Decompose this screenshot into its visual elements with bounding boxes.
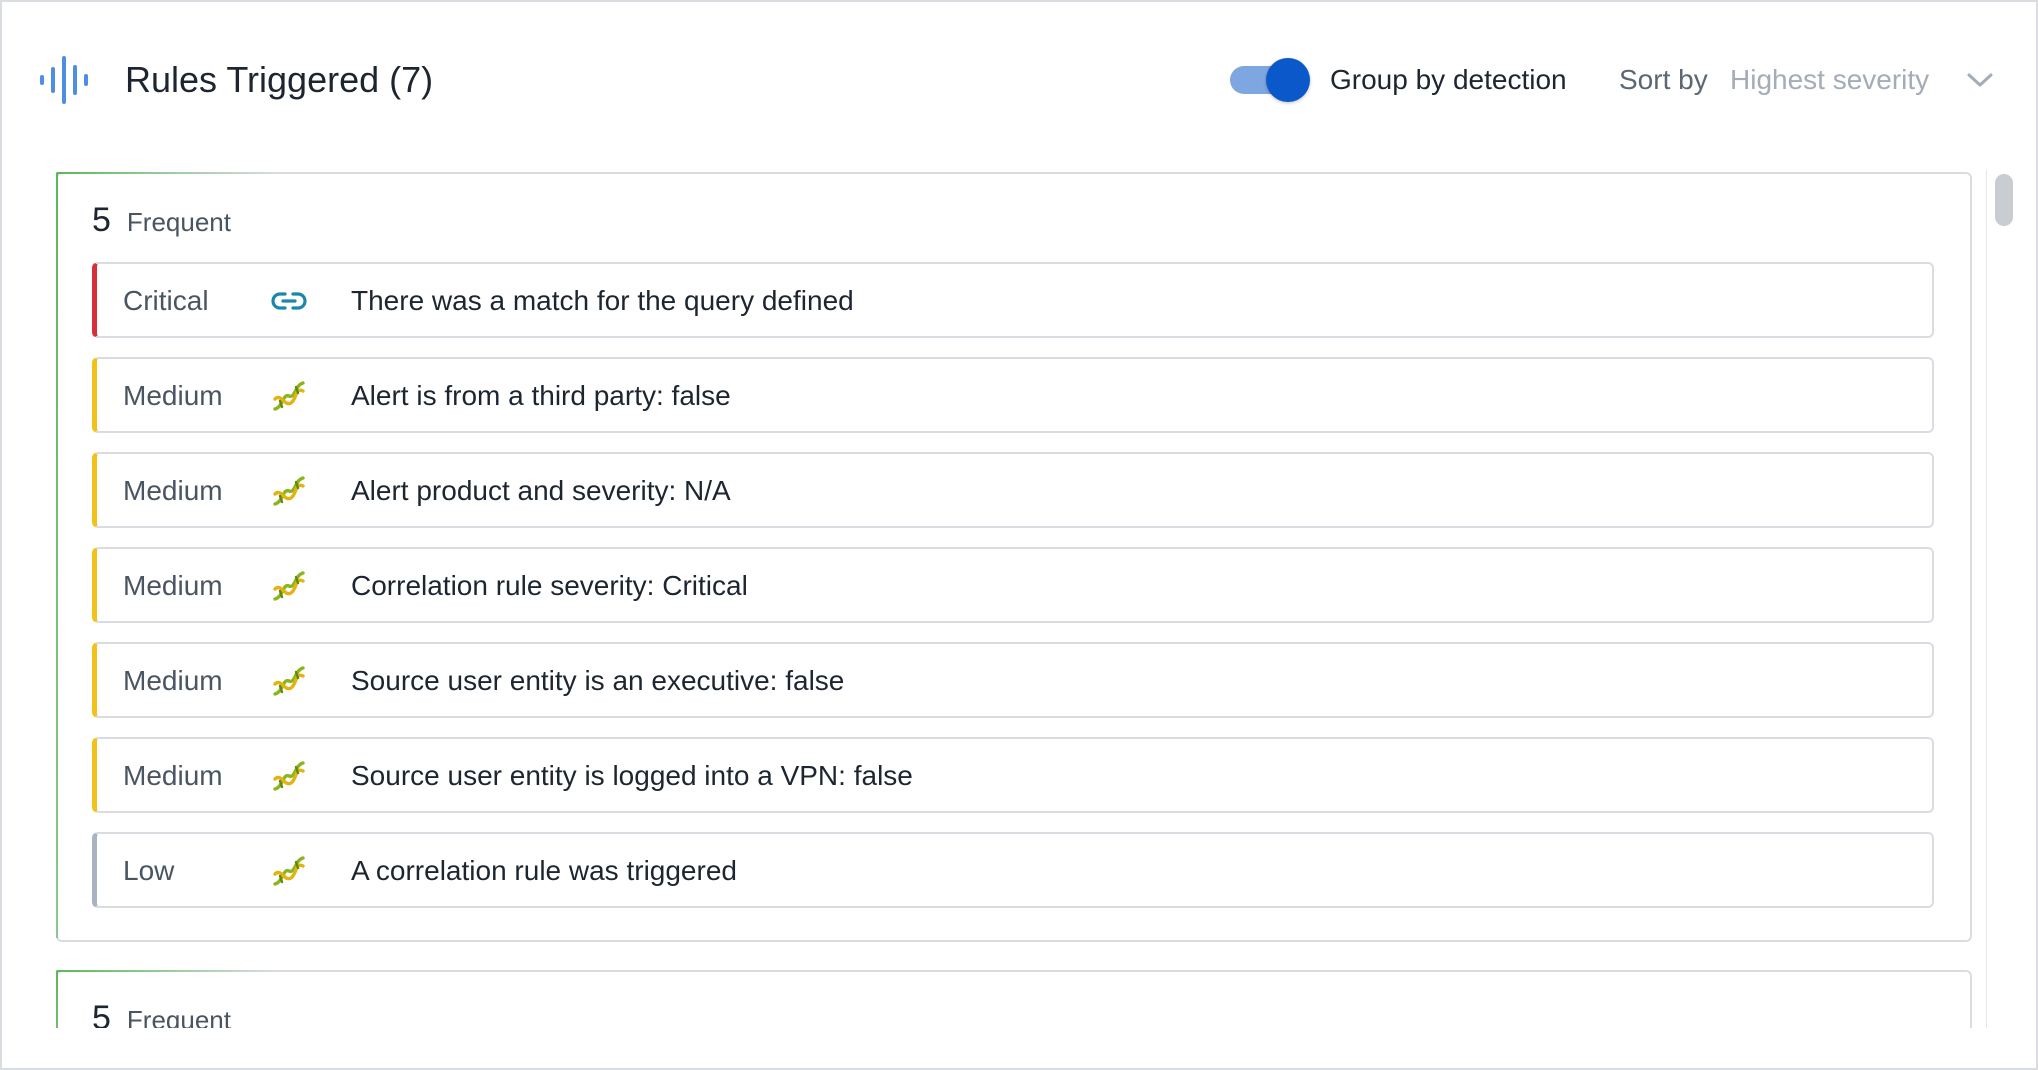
- panel-header: Rules Triggered (7) Group by detection S…: [2, 2, 2036, 158]
- dna-icon: [273, 381, 305, 411]
- rule-list: Critical There was a match for the query…: [92, 262, 1934, 927]
- rule-row[interactable]: Critical There was a match for the query…: [92, 262, 1934, 338]
- severity-label: Critical: [123, 285, 209, 316]
- group-by-detection-toggle[interactable]: [1230, 58, 1310, 102]
- dna-icon: [273, 856, 305, 886]
- rule-row[interactable]: Medium Source user entity is logged into…: [92, 737, 1934, 813]
- chevron-down-icon: [1967, 73, 1993, 87]
- severity-label: Medium: [123, 570, 223, 601]
- detection-group: 5 Frequent: [56, 970, 1972, 1028]
- sort-select[interactable]: Highest severity: [1730, 54, 2000, 106]
- sort-select-value: Highest severity: [1730, 64, 1930, 95]
- severity-label: Medium: [123, 475, 223, 506]
- group-header: 5 Frequent: [92, 198, 231, 244]
- rule-row[interactable]: Medium Correlation rule severity: Critic…: [92, 547, 1934, 623]
- rule-description: There was a match for the query defined: [351, 285, 854, 316]
- group-label: Frequent: [126, 207, 231, 237]
- detection-group: 5 Frequent Critical There was a match fo…: [56, 172, 1972, 942]
- rule-row[interactable]: Low A correlation rule was triggered: [92, 832, 1934, 908]
- severity-label: Low: [123, 855, 175, 886]
- dna-icon: [273, 571, 305, 601]
- group-header: 5 Frequent: [92, 996, 231, 1028]
- scrollbar-track[interactable]: [1986, 170, 2012, 1028]
- rule-row[interactable]: Medium Alert is from a third party: fals…: [92, 357, 1934, 433]
- group-by-detection-label: Group by detection: [1330, 64, 1567, 95]
- dna-icon: [273, 666, 305, 696]
- severity-label: Medium: [123, 380, 223, 411]
- dna-icon: [273, 476, 305, 506]
- audio-waveform-icon: [40, 56, 88, 104]
- rule-description: Correlation rule severity: Critical: [351, 570, 748, 601]
- severity-label: Medium: [123, 760, 223, 791]
- severity-label: Medium: [123, 665, 223, 696]
- rule-description: Source user entity is an executive: fals…: [351, 665, 845, 696]
- rule-row[interactable]: Medium Source user entity is an executiv…: [92, 642, 1934, 718]
- link-icon: [271, 292, 307, 310]
- rule-description: Alert product and severity: N/A: [351, 475, 731, 506]
- rule-description: A correlation rule was triggered: [351, 855, 737, 886]
- group-count: 5: [92, 201, 111, 239]
- rules-scroll-area[interactable]: 5 Frequent Critical There was a match fo…: [2, 158, 2036, 1028]
- dna-icon: [273, 761, 305, 791]
- rule-description: Alert is from a third party: false: [351, 380, 731, 411]
- group-label: Frequent: [126, 1005, 231, 1028]
- rule-description: Source user entity is logged into a VPN:…: [351, 760, 913, 791]
- rule-row[interactable]: Medium Alert product and severity: N/A: [92, 452, 1934, 528]
- sort-by-label: Sort by: [1619, 64, 1708, 95]
- rules-triggered-panel: Rules Triggered (7) Group by detection S…: [0, 0, 2038, 1070]
- scrollbar-thumb[interactable]: [1995, 174, 2013, 226]
- panel-title: Rules Triggered (7): [125, 59, 434, 100]
- toggle-knob: [1266, 58, 1310, 102]
- group-count: 5: [92, 999, 111, 1028]
